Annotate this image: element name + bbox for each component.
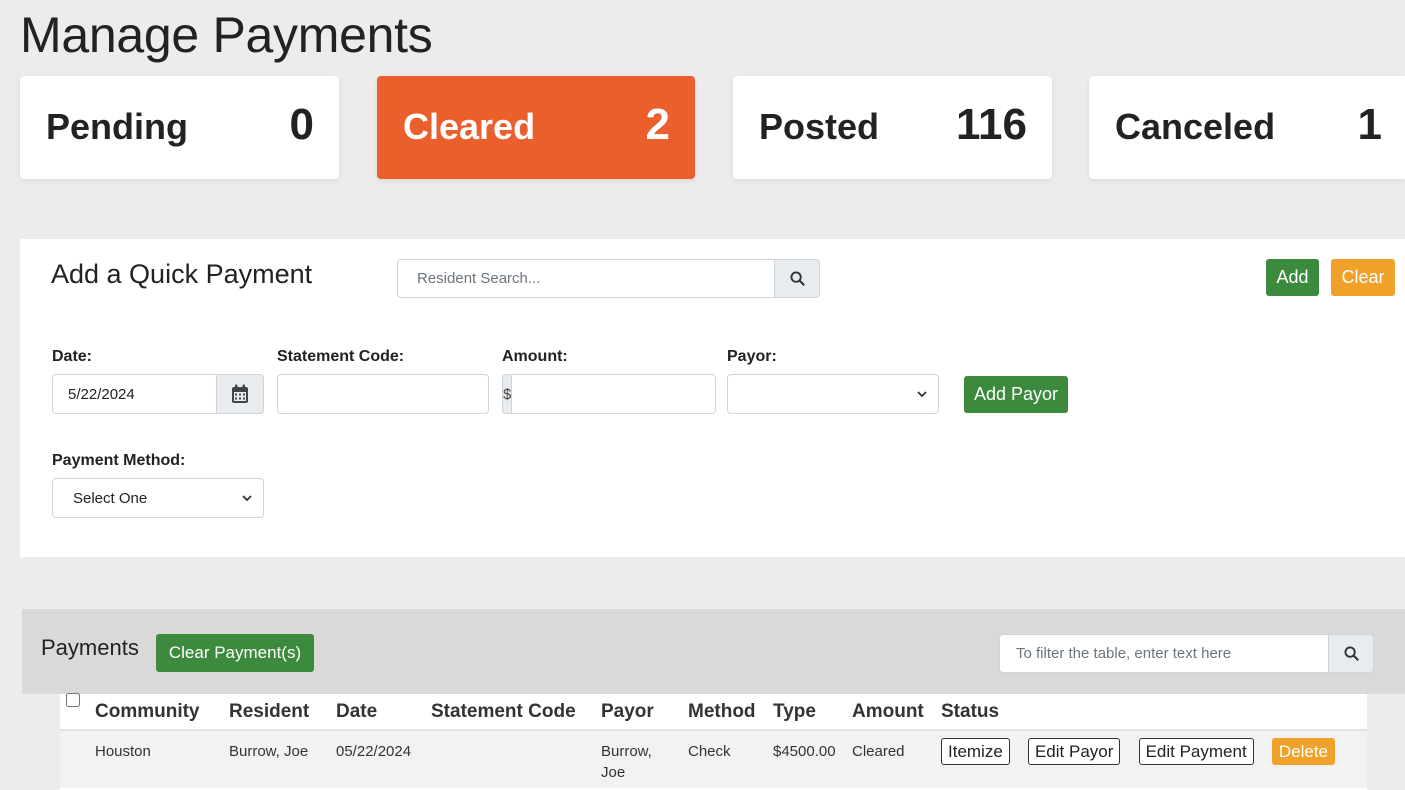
column-header[interactable]: Payor	[601, 694, 688, 731]
edit-payor-button[interactable]: Edit Payor	[1027, 738, 1121, 765]
quick-payment-panel: Add a Quick Payment Add Clear Date:	[20, 239, 1405, 557]
clear-payments-button[interactable]: Clear Payment(s)	[156, 634, 314, 672]
search-icon	[1343, 646, 1359, 661]
table-header-row: Community Resident Date Statement Code P…	[60, 692, 1367, 731]
cell-type: $4500.00	[773, 743, 836, 760]
payments-table: Community Resident Date Statement Code P…	[60, 692, 1367, 790]
payments-header: Payments Clear Payment(s)	[22, 609, 1405, 694]
itemize-button[interactable]: Itemize	[941, 738, 1010, 765]
statement-code-input[interactable]	[277, 374, 489, 414]
payor-label: Payor:	[727, 348, 777, 365]
amount-label: Amount:	[502, 348, 568, 365]
stat-card-cleared[interactable]: Cleared 2	[377, 76, 695, 179]
stat-card-posted[interactable]: Posted 116	[733, 76, 1052, 179]
cell-payor: Burrow, Joe	[601, 730, 688, 788]
date-picker-button[interactable]	[216, 374, 264, 414]
cell-amount: Cleared	[852, 743, 905, 760]
table-filter-input[interactable]	[999, 634, 1328, 673]
row-select-cell	[60, 730, 95, 788]
payment-method-select[interactable]: Select One	[52, 478, 264, 518]
payor-line: Joe	[601, 764, 626, 781]
stat-label: Pending	[46, 106, 188, 147]
cell-date: 05/22/2024	[336, 743, 412, 760]
edit-payment-button[interactable]: Edit Payment	[1138, 738, 1254, 765]
column-header[interactable]: Community	[95, 694, 229, 731]
resident-search-button[interactable]	[774, 259, 820, 298]
stat-card-canceled[interactable]: Canceled 1	[1089, 76, 1405, 179]
cell-method: Check	[688, 743, 731, 760]
cell-resident: Burrow, Joe	[229, 743, 309, 760]
column-header[interactable]: Date	[336, 694, 431, 731]
stat-label: Canceled	[1115, 106, 1276, 147]
date-field	[52, 374, 264, 414]
stat-count: 1	[1357, 100, 1382, 149]
column-header[interactable]: Method	[688, 694, 773, 731]
calendar-icon	[232, 384, 248, 403]
stat-card-pending[interactable]: Pending 0	[20, 76, 339, 179]
delete-button[interactable]: Delete	[1271, 738, 1335, 765]
clear-button[interactable]: Clear	[1331, 259, 1395, 296]
payment-method-label: Payment Method:	[52, 452, 186, 469]
add-payor-button[interactable]: Add Payor	[964, 376, 1068, 413]
resident-search-input[interactable]	[397, 259, 774, 298]
page-title: Manage Payments	[20, 7, 433, 63]
payments-title: Payments	[41, 635, 139, 660]
currency-prefix: $	[502, 374, 512, 414]
cell-statement-code	[431, 730, 601, 788]
table-filter	[999, 634, 1374, 673]
quick-payment-title: Add a Quick Payment	[51, 259, 313, 289]
column-header[interactable]: Amount	[852, 694, 941, 731]
statement-code-label: Statement Code:	[277, 348, 405, 365]
stat-count: 116	[956, 100, 1027, 149]
resident-search	[397, 259, 820, 298]
date-label: Date:	[52, 348, 93, 365]
search-icon	[789, 271, 805, 286]
column-header[interactable]: Status	[941, 694, 1367, 731]
stat-count: 0	[289, 100, 314, 149]
select-all-cell	[60, 692, 95, 731]
select-all-checkbox[interactable]	[66, 692, 80, 707]
stat-label: Cleared	[403, 106, 536, 147]
column-header[interactable]: Type	[773, 694, 852, 731]
payor-select[interactable]	[727, 374, 939, 414]
stat-label: Posted	[759, 106, 880, 147]
stat-count: 2	[645, 100, 670, 149]
column-header[interactable]: Statement Code	[431, 694, 601, 731]
column-header[interactable]: Resident	[229, 694, 336, 731]
amount-input[interactable]	[511, 374, 717, 414]
cell-community: Houston	[95, 743, 151, 760]
payor-line: Burrow,	[601, 743, 652, 760]
table-filter-button[interactable]	[1328, 634, 1374, 673]
date-input[interactable]	[52, 374, 216, 414]
table-row: Houston Burrow, Joe 05/22/2024 Burrow, J…	[60, 730, 1367, 788]
chevron-down-icon	[917, 391, 927, 398]
amount-field: $	[502, 374, 717, 414]
cell-status-actions: Itemize Edit Payor Edit Payment Delete	[941, 730, 1367, 788]
add-button[interactable]: Add	[1266, 259, 1319, 296]
chevron-down-icon	[242, 495, 252, 502]
payment-method-selected-value: Select One	[73, 489, 148, 507]
